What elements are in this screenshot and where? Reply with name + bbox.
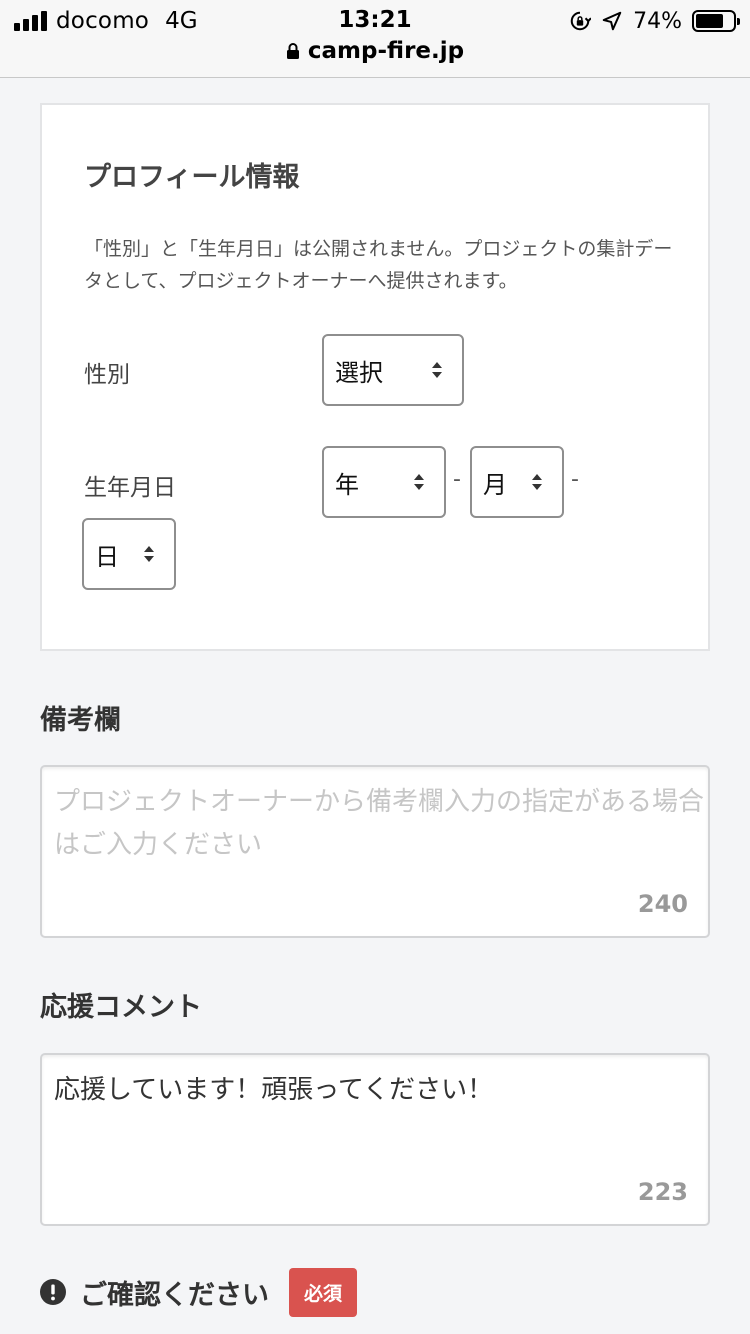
support-comment-title: 応援コメント — [40, 992, 202, 1023]
day-select-value: 日 — [95, 542, 119, 571]
battery-icon — [692, 10, 740, 32]
required-badge: 必須 — [289, 1267, 358, 1317]
support-comment-textarea[interactable]: 応援しています！頑張ってください！ 223 — [40, 1053, 710, 1226]
gender-label: 性別 — [84, 362, 130, 388]
remarks-textarea[interactable]: プロジェクトオーナーから備考欄入力の指定がある場合はご入力ください 240 — [40, 765, 710, 938]
year-select[interactable]: 年 — [322, 446, 446, 518]
location-arrow-icon — [602, 11, 622, 31]
support-comment-value: 応援しています！頑張ってください！ — [54, 1075, 494, 1105]
birthday-label: 生年月日 — [84, 475, 176, 501]
profile-card: プロフィール情報 「性別」と「生年月日」は公開されません。プロジェクトの集計デー… — [40, 103, 710, 651]
address-bar[interactable]: camp-fire.jp — [0, 38, 750, 64]
select-arrows-icon — [144, 546, 154, 562]
status-right: 74% — [569, 8, 740, 34]
lock-icon — [286, 43, 299, 59]
remarks-char-count: 240 — [637, 890, 688, 918]
remarks-title: 備考欄 — [40, 705, 121, 736]
profile-title: プロフィール情報 — [84, 162, 300, 193]
gender-select-value: 選択 — [335, 358, 383, 387]
gender-select[interactable]: 選択 — [322, 334, 464, 406]
exclamation-icon — [40, 1279, 66, 1305]
remarks-placeholder: プロジェクトオーナーから備考欄入力の指定がある場合はご入力ください — [54, 787, 705, 860]
confirm-section: ご確認ください 必須 — [40, 1267, 358, 1317]
date-separator: - — [453, 467, 461, 492]
day-select[interactable]: 日 — [82, 518, 176, 590]
support-comment-char-count: 223 — [637, 1178, 688, 1206]
date-separator: - — [571, 467, 579, 492]
url-text: camp-fire.jp — [307, 38, 465, 64]
status-bar: docomo 4G 13:21 74% camp-fire.jp — [0, 0, 750, 78]
month-select-value: 月 — [483, 470, 507, 499]
select-arrows-icon — [532, 474, 542, 490]
month-select[interactable]: 月 — [470, 446, 564, 518]
battery-percent: 74% — [633, 8, 682, 34]
confirm-label: ご確認ください — [80, 1279, 269, 1311]
select-arrows-icon — [414, 474, 424, 490]
profile-description: 「性別」と「生年月日」は公開されません。プロジェクトの集計データとして、プロジェ… — [84, 238, 673, 292]
select-arrows-icon — [432, 362, 442, 378]
year-select-value: 年 — [335, 470, 359, 499]
rotation-lock-icon — [570, 11, 592, 31]
